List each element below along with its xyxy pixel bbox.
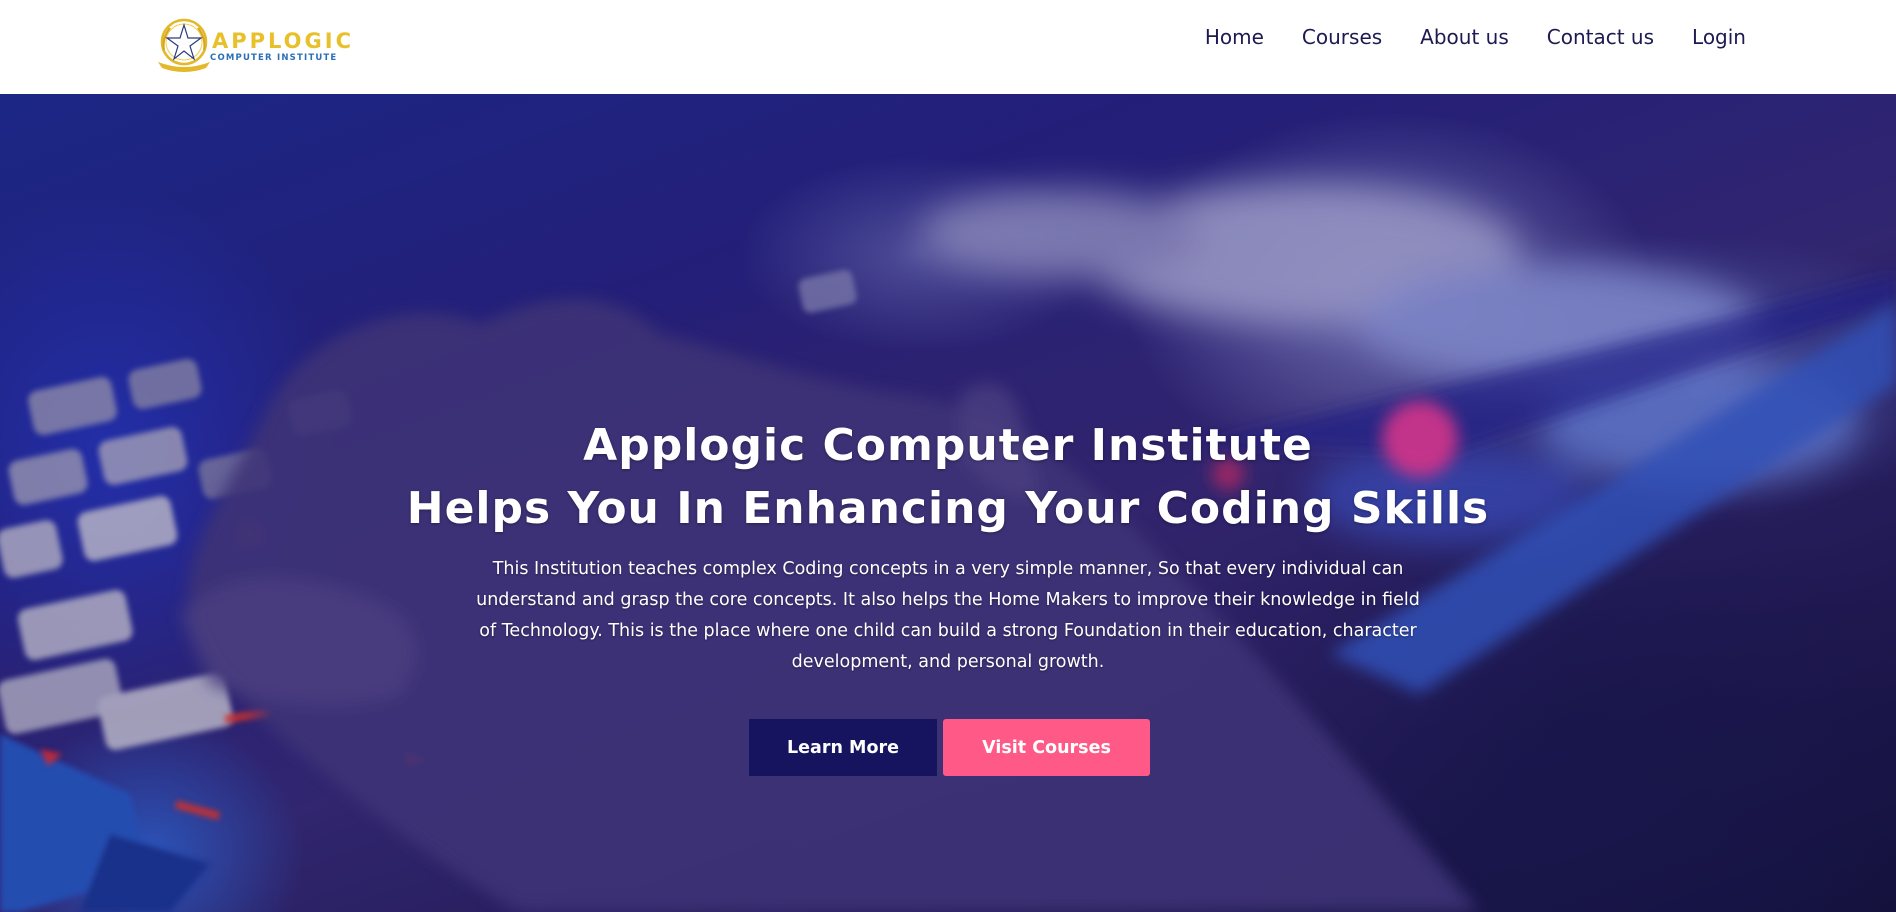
hero-content: Applogic Computer Institute Helps You In… [0,414,1896,678]
hero-section: Applogic Computer Institute Helps You In… [0,94,1896,912]
nav-contact-link[interactable]: Contact us [1547,25,1654,49]
nav-home-link[interactable]: Home [1205,25,1264,49]
learn-more-button[interactable]: Learn More [749,719,937,776]
brand-tagline: COMPUTER INSTITUTE [210,53,338,63]
visit-courses-button[interactable]: Visit Courses [943,719,1150,776]
hero-title-line-2: Helps You In Enhancing Your Coding Skill… [406,483,1490,534]
brand-logo[interactable]: APPLOGIC COMPUTER INSTITUTE [154,16,351,76]
hero-title-line-1: Applogic Computer Institute [583,420,1313,471]
hero-cta-group: Learn More Visit Courses [749,719,1150,776]
laurel-emblem-icon [158,18,210,72]
brand-name: APPLOGIC [212,29,354,53]
site-header: APPLOGIC COMPUTER INSTITUTE Home Courses… [0,0,1896,94]
nav-login-link[interactable]: Login [1692,25,1746,49]
hero-description: This Institution teaches complex Coding … [476,559,1420,672]
hero-heading: Applogic Computer Institute Helps You In… [0,414,1896,540]
nav-about-link[interactable]: About us [1420,25,1509,49]
main-nav: Home Courses About us Contact us Login [1205,22,1746,52]
nav-courses-link[interactable]: Courses [1302,25,1382,49]
